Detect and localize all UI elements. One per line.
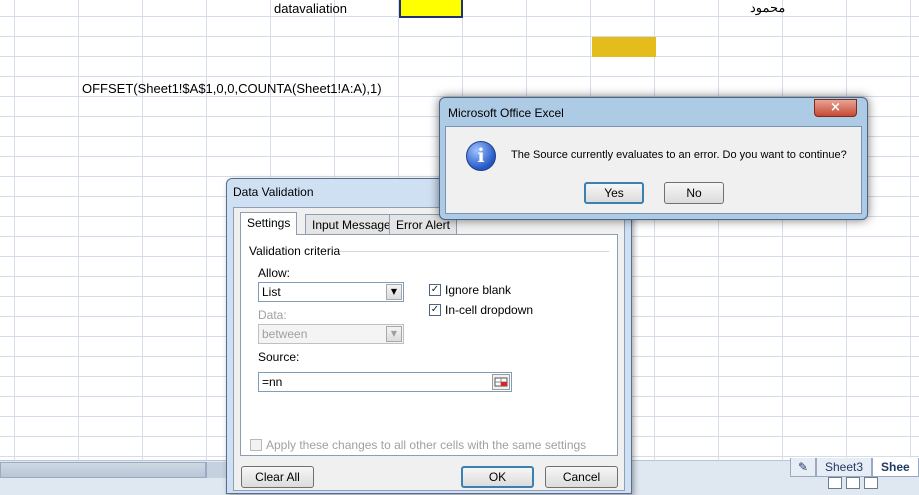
data-label: Data:	[258, 308, 287, 322]
message-text: The Source currently evaluates to an err…	[511, 149, 847, 161]
dialog-body: Settings Input Message Error Alert Valid…	[233, 207, 625, 491]
clear-all-button[interactable]: Clear All	[241, 466, 314, 488]
info-icon: i	[466, 141, 496, 171]
allow-label: Allow:	[258, 266, 291, 280]
allow-select[interactable]: List ▼	[258, 282, 404, 302]
message-box-body: i The Source currently evaluates to an e…	[445, 126, 862, 214]
in-cell-dropdown-label: In-cell dropdown	[445, 303, 534, 317]
cell-formula-text[interactable]: OFFSET(Sheet1!$A$1,0,0,COUNTA(Sheet1!A:A…	[82, 81, 382, 96]
gold-cell[interactable]	[592, 37, 656, 57]
cancel-button[interactable]: Cancel	[545, 466, 618, 488]
validation-criteria-label: Validation criteria	[249, 244, 341, 258]
horizontal-scrollbar[interactable]	[0, 462, 206, 478]
ignore-blank-label: Ignore blank	[445, 283, 512, 297]
cell-arabic-name[interactable]: محمود	[750, 0, 785, 16]
no-button[interactable]: No	[664, 182, 724, 204]
normal-view-icon[interactable]	[828, 477, 842, 489]
close-icon[interactable]: ×	[814, 99, 857, 117]
page-break-view-icon[interactable]	[864, 477, 878, 489]
chevron-down-icon: ▼	[386, 326, 402, 342]
data-select: between ▼	[258, 324, 404, 344]
tab-sheet3[interactable]: Sheet3	[816, 458, 873, 477]
ignore-blank-checkbox[interactable]: ✓	[429, 284, 441, 296]
insert-sheet-icon[interactable]: ✎	[790, 458, 816, 477]
apply-all-checkbox	[250, 439, 262, 451]
cell-datavaliation[interactable]: datavaliation	[274, 1, 347, 16]
data-value: between	[262, 327, 308, 341]
tab-input-message[interactable]: Input Message	[305, 214, 398, 234]
source-value: =nn	[262, 375, 283, 389]
ok-button[interactable]: OK	[461, 466, 534, 488]
message-box-title: Microsoft Office Excel	[448, 106, 564, 120]
message-box-dialog: Microsoft Office Excel × i The Source cu…	[439, 97, 868, 220]
yes-button[interactable]: Yes	[584, 182, 644, 204]
in-cell-dropdown-checkbox[interactable]: ✓	[429, 304, 441, 316]
sheet-tabs: ✎ Sheet3 Shee	[790, 458, 919, 478]
source-label: Source:	[258, 350, 300, 364]
allow-value: List	[262, 285, 281, 299]
data-validation-dialog: Data Validation Settings Input Message E…	[226, 178, 632, 494]
chevron-down-icon[interactable]: ▼	[386, 284, 402, 300]
group-divider	[339, 251, 609, 252]
range-select-icon[interactable]	[492, 374, 510, 390]
selected-yellow-cell[interactable]	[399, 0, 463, 18]
page-layout-view-icon[interactable]	[846, 477, 860, 489]
settings-panel: Validation criteria Allow: List ▼ ✓ Igno…	[240, 234, 618, 456]
dialog-title: Data Validation	[233, 185, 314, 199]
tab-active-sheet[interactable]: Shee	[872, 458, 919, 477]
tab-settings[interactable]: Settings	[240, 212, 298, 235]
view-buttons	[828, 477, 878, 489]
source-input[interactable]: =nn	[258, 372, 512, 392]
apply-all-label: Apply these changes to all other cells w…	[266, 438, 587, 452]
